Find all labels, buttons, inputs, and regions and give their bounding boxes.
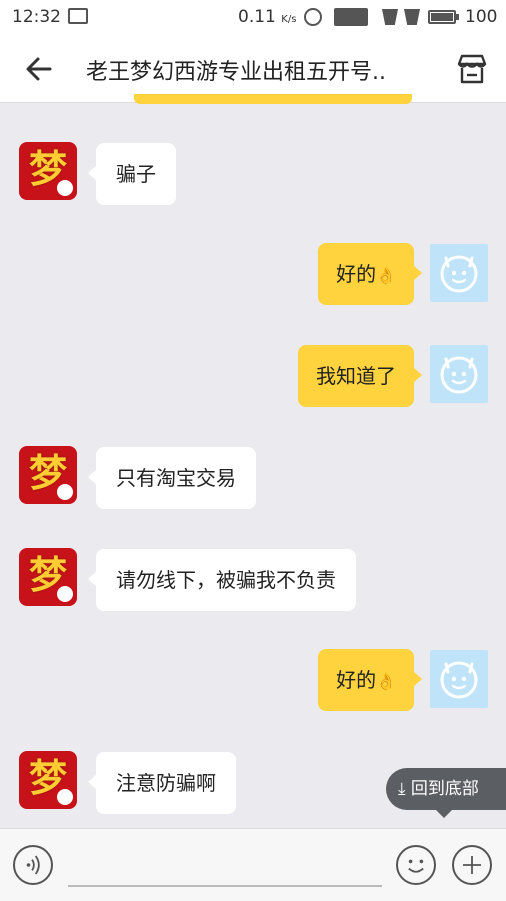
voice-icon[interactable] <box>13 845 53 885</box>
emoji-icon[interactable] <box>396 845 436 885</box>
smiley-avatar-icon <box>440 255 478 293</box>
avatar-badge-icon <box>56 483 74 501</box>
message-bubble[interactable]: 我知道了 <box>298 345 422 407</box>
network-speed: 0.11 K/s <box>238 7 296 27</box>
seller-avatar[interactable]: 梦 <box>19 142 77 200</box>
seller-avatar[interactable]: 梦 <box>19 446 77 504</box>
smiley-avatar-icon <box>440 661 478 699</box>
signal-icon-2 <box>404 9 420 25</box>
status-time: 12:32 <box>12 7 61 27</box>
seller-avatar[interactable]: 梦 <box>19 751 77 809</box>
shop-icon[interactable] <box>454 51 490 87</box>
message-bubble[interactable]: 请勿线下，被骗我不负责 <box>88 549 356 611</box>
seller-avatar[interactable]: 梦 <box>19 548 77 606</box>
plus-icon[interactable] <box>452 845 492 885</box>
jump-to-bottom-label: 回到底部 <box>410 779 479 799</box>
message-bubble[interactable]: 好的👌 <box>318 649 422 711</box>
message-text: 我知道了 <box>316 364 396 388</box>
message-bubble[interactable]: 注意防骗啊 <box>88 752 236 814</box>
message-text: 骗子 <box>116 162 156 186</box>
input-bar <box>0 828 506 901</box>
smiley-avatar-icon <box>440 356 478 394</box>
message-text: 只有淘宝交易 <box>116 466 236 490</box>
ok-hand-emoji: 👌 <box>376 266 396 285</box>
avatar-badge-icon <box>56 179 74 197</box>
avatar-badge-icon <box>56 788 74 806</box>
message-bubble[interactable]: 骗子 <box>88 143 176 205</box>
chat-header: 老王梦幻西游专业出租五开号.. <box>0 34 506 103</box>
my-avatar[interactable] <box>430 650 488 708</box>
previous-message-bubble <box>134 94 412 104</box>
network-speed-unit: K/s <box>281 14 297 25</box>
jump-to-bottom-button[interactable]: ⤓ 回到底部 <box>386 768 506 818</box>
status-bar: 12:32 0.11 K/s 100 <box>0 0 506 34</box>
message-text: 好的 <box>336 668 377 692</box>
back-arrow-icon[interactable] <box>22 52 56 86</box>
wifi-icon <box>334 8 368 26</box>
message-bubble[interactable]: 只有淘宝交易 <box>88 447 256 509</box>
message-bubble[interactable]: 好的👌 <box>318 243 422 305</box>
battery-cap <box>456 14 459 20</box>
message-text: 注意防骗啊 <box>116 771 216 795</box>
my-avatar[interactable] <box>430 345 488 403</box>
message-text: 好的 <box>336 262 377 286</box>
alarm-icon <box>304 8 322 26</box>
image-notification-icon <box>68 8 88 24</box>
download-arrow-icon: ⤓ <box>398 779 406 799</box>
battery-icon <box>428 10 456 24</box>
message-input[interactable] <box>68 885 382 887</box>
my-avatar[interactable] <box>430 244 488 302</box>
avatar-badge-icon <box>56 585 74 603</box>
network-speed-value: 0.11 <box>238 7 276 27</box>
ok-hand-emoji: 👌 <box>376 672 396 691</box>
signal-icon <box>382 9 398 25</box>
message-text: 请勿线下，被骗我不负责 <box>116 568 336 592</box>
chat-title: 老王梦幻西游专业出租五开号.. <box>86 60 386 85</box>
battery-percent: 100 <box>465 7 498 27</box>
